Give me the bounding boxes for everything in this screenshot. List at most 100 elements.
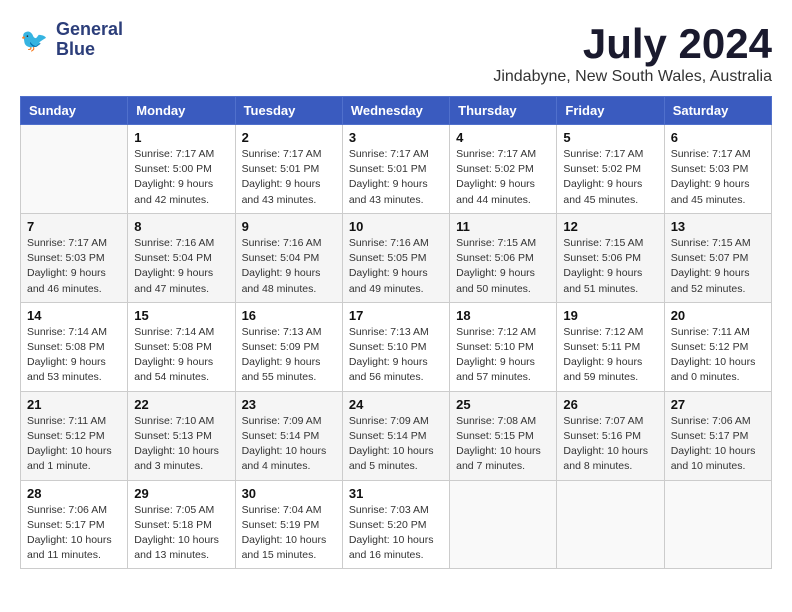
day-number: 24 (349, 397, 443, 412)
calendar-table: SundayMondayTuesdayWednesdayThursdayFrid… (20, 96, 772, 569)
calendar-cell: 23 Sunrise: 7:09 AMSunset: 5:14 PMDayligh… (235, 391, 342, 480)
calendar-cell: 24 Sunrise: 7:09 AMSunset: 5:14 PMDayligh… (342, 391, 449, 480)
calendar-cell: 2 Sunrise: 7:17 AMSunset: 5:01 PMDaylight… (235, 125, 342, 214)
calendar-cell: 12Sunrise: 7:15 AMSunset: 5:06 PMDayligh… (557, 213, 664, 302)
calendar-cell: 4 Sunrise: 7:17 AMSunset: 5:02 PMDaylight… (450, 125, 557, 214)
calendar-cell: 9 Sunrise: 7:16 AMSunset: 5:04 PMDaylight… (235, 213, 342, 302)
day-info: Sunrise: 7:17 AMSunset: 5:03 PMDaylight:… (671, 147, 765, 208)
weekday-header-saturday: Saturday (664, 97, 771, 125)
day-number: 7 (27, 219, 121, 234)
calendar-cell: 31 Sunrise: 7:03 AMSunset: 5:20 PMDayligh… (342, 480, 449, 569)
calendar-week-4: 21Sunrise: 7:11 AMSunset: 5:12 PMDayligh… (21, 391, 772, 480)
calendar-cell: 1Sunrise: 7:17 AMSunset: 5:00 PMDaylight… (128, 125, 235, 214)
day-number: 23 (242, 397, 336, 412)
day-number: 4 (456, 130, 550, 145)
calendar-cell: 20Sunrise: 7:11 AMSunset: 5:12 PMDayligh… (664, 302, 771, 391)
calendar-cell: 3Sunrise: 7:17 AMSunset: 5:01 PMDaylight… (342, 125, 449, 214)
calendar-week-2: 7 Sunrise: 7:17 AMSunset: 5:03 PMDaylight… (21, 213, 772, 302)
day-number: 5 (563, 130, 657, 145)
day-info: Sunrise: 7:07 AMSunset: 5:16 PMDaylight:… (563, 414, 657, 475)
day-info: Sunrise: 7:16 AMSunset: 5:04 PMDaylight:… (134, 236, 228, 297)
day-info: Sunrise: 7:17 AMSunset: 5:00 PMDaylight:… (134, 147, 228, 208)
day-info: Sunrise: 7:17 AMSunset: 5:02 PMDaylight:… (456, 147, 550, 208)
calendar-cell: 18Sunrise: 7:12 AMSunset: 5:10 PMDayligh… (450, 302, 557, 391)
calendar-week-5: 28 Sunrise: 7:06 AMSunset: 5:17 PMDayligh… (21, 480, 772, 569)
calendar-cell: 8 Sunrise: 7:16 AMSunset: 5:04 PMDaylight… (128, 213, 235, 302)
calendar-cell: 27 Sunrise: 7:06 AMSunset: 5:17 PMDayligh… (664, 391, 771, 480)
calendar-cell (557, 480, 664, 569)
day-number: 26 (563, 397, 657, 412)
calendar-cell: 21Sunrise: 7:11 AMSunset: 5:12 PMDayligh… (21, 391, 128, 480)
day-number: 22 (134, 397, 228, 412)
logo-icon: 🐦 (20, 24, 52, 56)
day-number: 10 (349, 219, 443, 234)
weekday-header-tuesday: Tuesday (235, 97, 342, 125)
day-number: 29 (134, 486, 228, 501)
calendar-week-1: 1Sunrise: 7:17 AMSunset: 5:00 PMDaylight… (21, 125, 772, 214)
weekday-header-wednesday: Wednesday (342, 97, 449, 125)
day-number: 27 (671, 397, 765, 412)
day-info: Sunrise: 7:17 AMSunset: 5:01 PMDaylight:… (242, 147, 336, 208)
weekday-header-monday: Monday (128, 97, 235, 125)
day-number: 8 (134, 219, 228, 234)
calendar-cell: 5 Sunrise: 7:17 AMSunset: 5:02 PMDaylight… (557, 125, 664, 214)
day-info: Sunrise: 7:10 AMSunset: 5:13 PMDaylight:… (134, 414, 228, 475)
calendar-cell: 26 Sunrise: 7:07 AMSunset: 5:16 PMDayligh… (557, 391, 664, 480)
day-info: Sunrise: 7:17 AMSunset: 5:03 PMDaylight:… (27, 236, 121, 297)
day-number: 21 (27, 397, 121, 412)
day-number: 6 (671, 130, 765, 145)
calendar-cell: 11Sunrise: 7:15 AMSunset: 5:06 PMDayligh… (450, 213, 557, 302)
weekday-header-friday: Friday (557, 97, 664, 125)
day-number: 13 (671, 219, 765, 234)
weekday-header-thursday: Thursday (450, 97, 557, 125)
calendar-cell: 16 Sunrise: 7:13 AMSunset: 5:09 PMDayligh… (235, 302, 342, 391)
weekday-header-sunday: Sunday (21, 97, 128, 125)
day-info: Sunrise: 7:06 AMSunset: 5:17 PMDaylight:… (671, 414, 765, 475)
calendar-cell (450, 480, 557, 569)
calendar-header-row: SundayMondayTuesdayWednesdayThursdayFrid… (21, 97, 772, 125)
page-header: 🐦 General Blue July 2024 Jindabyne, New … (20, 20, 772, 86)
calendar-cell: 25Sunrise: 7:08 AMSunset: 5:15 PMDayligh… (450, 391, 557, 480)
day-info: Sunrise: 7:09 AMSunset: 5:14 PMDaylight:… (349, 414, 443, 475)
calendar-cell: 19Sunrise: 7:12 AMSunset: 5:11 PMDayligh… (557, 302, 664, 391)
calendar-cell: 14Sunrise: 7:14 AMSunset: 5:08 PMDayligh… (21, 302, 128, 391)
svg-text:🐦: 🐦 (20, 28, 48, 53)
day-number: 2 (242, 130, 336, 145)
calendar-cell: 17 Sunrise: 7:13 AMSunset: 5:10 PMDayligh… (342, 302, 449, 391)
month-title: July 2024 (493, 20, 772, 68)
day-number: 25 (456, 397, 550, 412)
day-number: 11 (456, 219, 550, 234)
day-number: 19 (563, 308, 657, 323)
logo-text: General Blue (56, 20, 123, 60)
calendar-cell (21, 125, 128, 214)
day-number: 17 (349, 308, 443, 323)
day-info: Sunrise: 7:09 AMSunset: 5:14 PMDaylight:… (242, 414, 336, 475)
day-info: Sunrise: 7:13 AMSunset: 5:10 PMDaylight:… (349, 325, 443, 386)
day-number: 20 (671, 308, 765, 323)
day-number: 31 (349, 486, 443, 501)
day-info: Sunrise: 7:15 AMSunset: 5:06 PMDaylight:… (563, 236, 657, 297)
day-number: 9 (242, 219, 336, 234)
day-info: Sunrise: 7:05 AMSunset: 5:18 PMDaylight:… (134, 503, 228, 564)
calendar-cell: 29 Sunrise: 7:05 AMSunset: 5:18 PMDayligh… (128, 480, 235, 569)
day-info: Sunrise: 7:17 AMSunset: 5:02 PMDaylight:… (563, 147, 657, 208)
day-number: 3 (349, 130, 443, 145)
day-info: Sunrise: 7:16 AMSunset: 5:04 PMDaylight:… (242, 236, 336, 297)
day-number: 28 (27, 486, 121, 501)
calendar-cell: 30Sunrise: 7:04 AMSunset: 5:19 PMDayligh… (235, 480, 342, 569)
calendar-cell: 13Sunrise: 7:15 AMSunset: 5:07 PMDayligh… (664, 213, 771, 302)
calendar-cell: 7 Sunrise: 7:17 AMSunset: 5:03 PMDaylight… (21, 213, 128, 302)
day-number: 18 (456, 308, 550, 323)
day-info: Sunrise: 7:03 AMSunset: 5:20 PMDaylight:… (349, 503, 443, 564)
day-number: 16 (242, 308, 336, 323)
calendar-cell (664, 480, 771, 569)
calendar-cell: 6 Sunrise: 7:17 AMSunset: 5:03 PMDaylight… (664, 125, 771, 214)
day-info: Sunrise: 7:06 AMSunset: 5:17 PMDaylight:… (27, 503, 121, 564)
day-number: 14 (27, 308, 121, 323)
calendar-cell: 15Sunrise: 7:14 AMSunset: 5:08 PMDayligh… (128, 302, 235, 391)
calendar-cell: 10Sunrise: 7:16 AMSunset: 5:05 PMDayligh… (342, 213, 449, 302)
day-info: Sunrise: 7:13 AMSunset: 5:09 PMDaylight:… (242, 325, 336, 386)
title-block: July 2024 Jindabyne, New South Wales, Au… (493, 20, 772, 86)
day-info: Sunrise: 7:04 AMSunset: 5:19 PMDaylight:… (242, 503, 336, 564)
logo: 🐦 General Blue (20, 20, 123, 60)
